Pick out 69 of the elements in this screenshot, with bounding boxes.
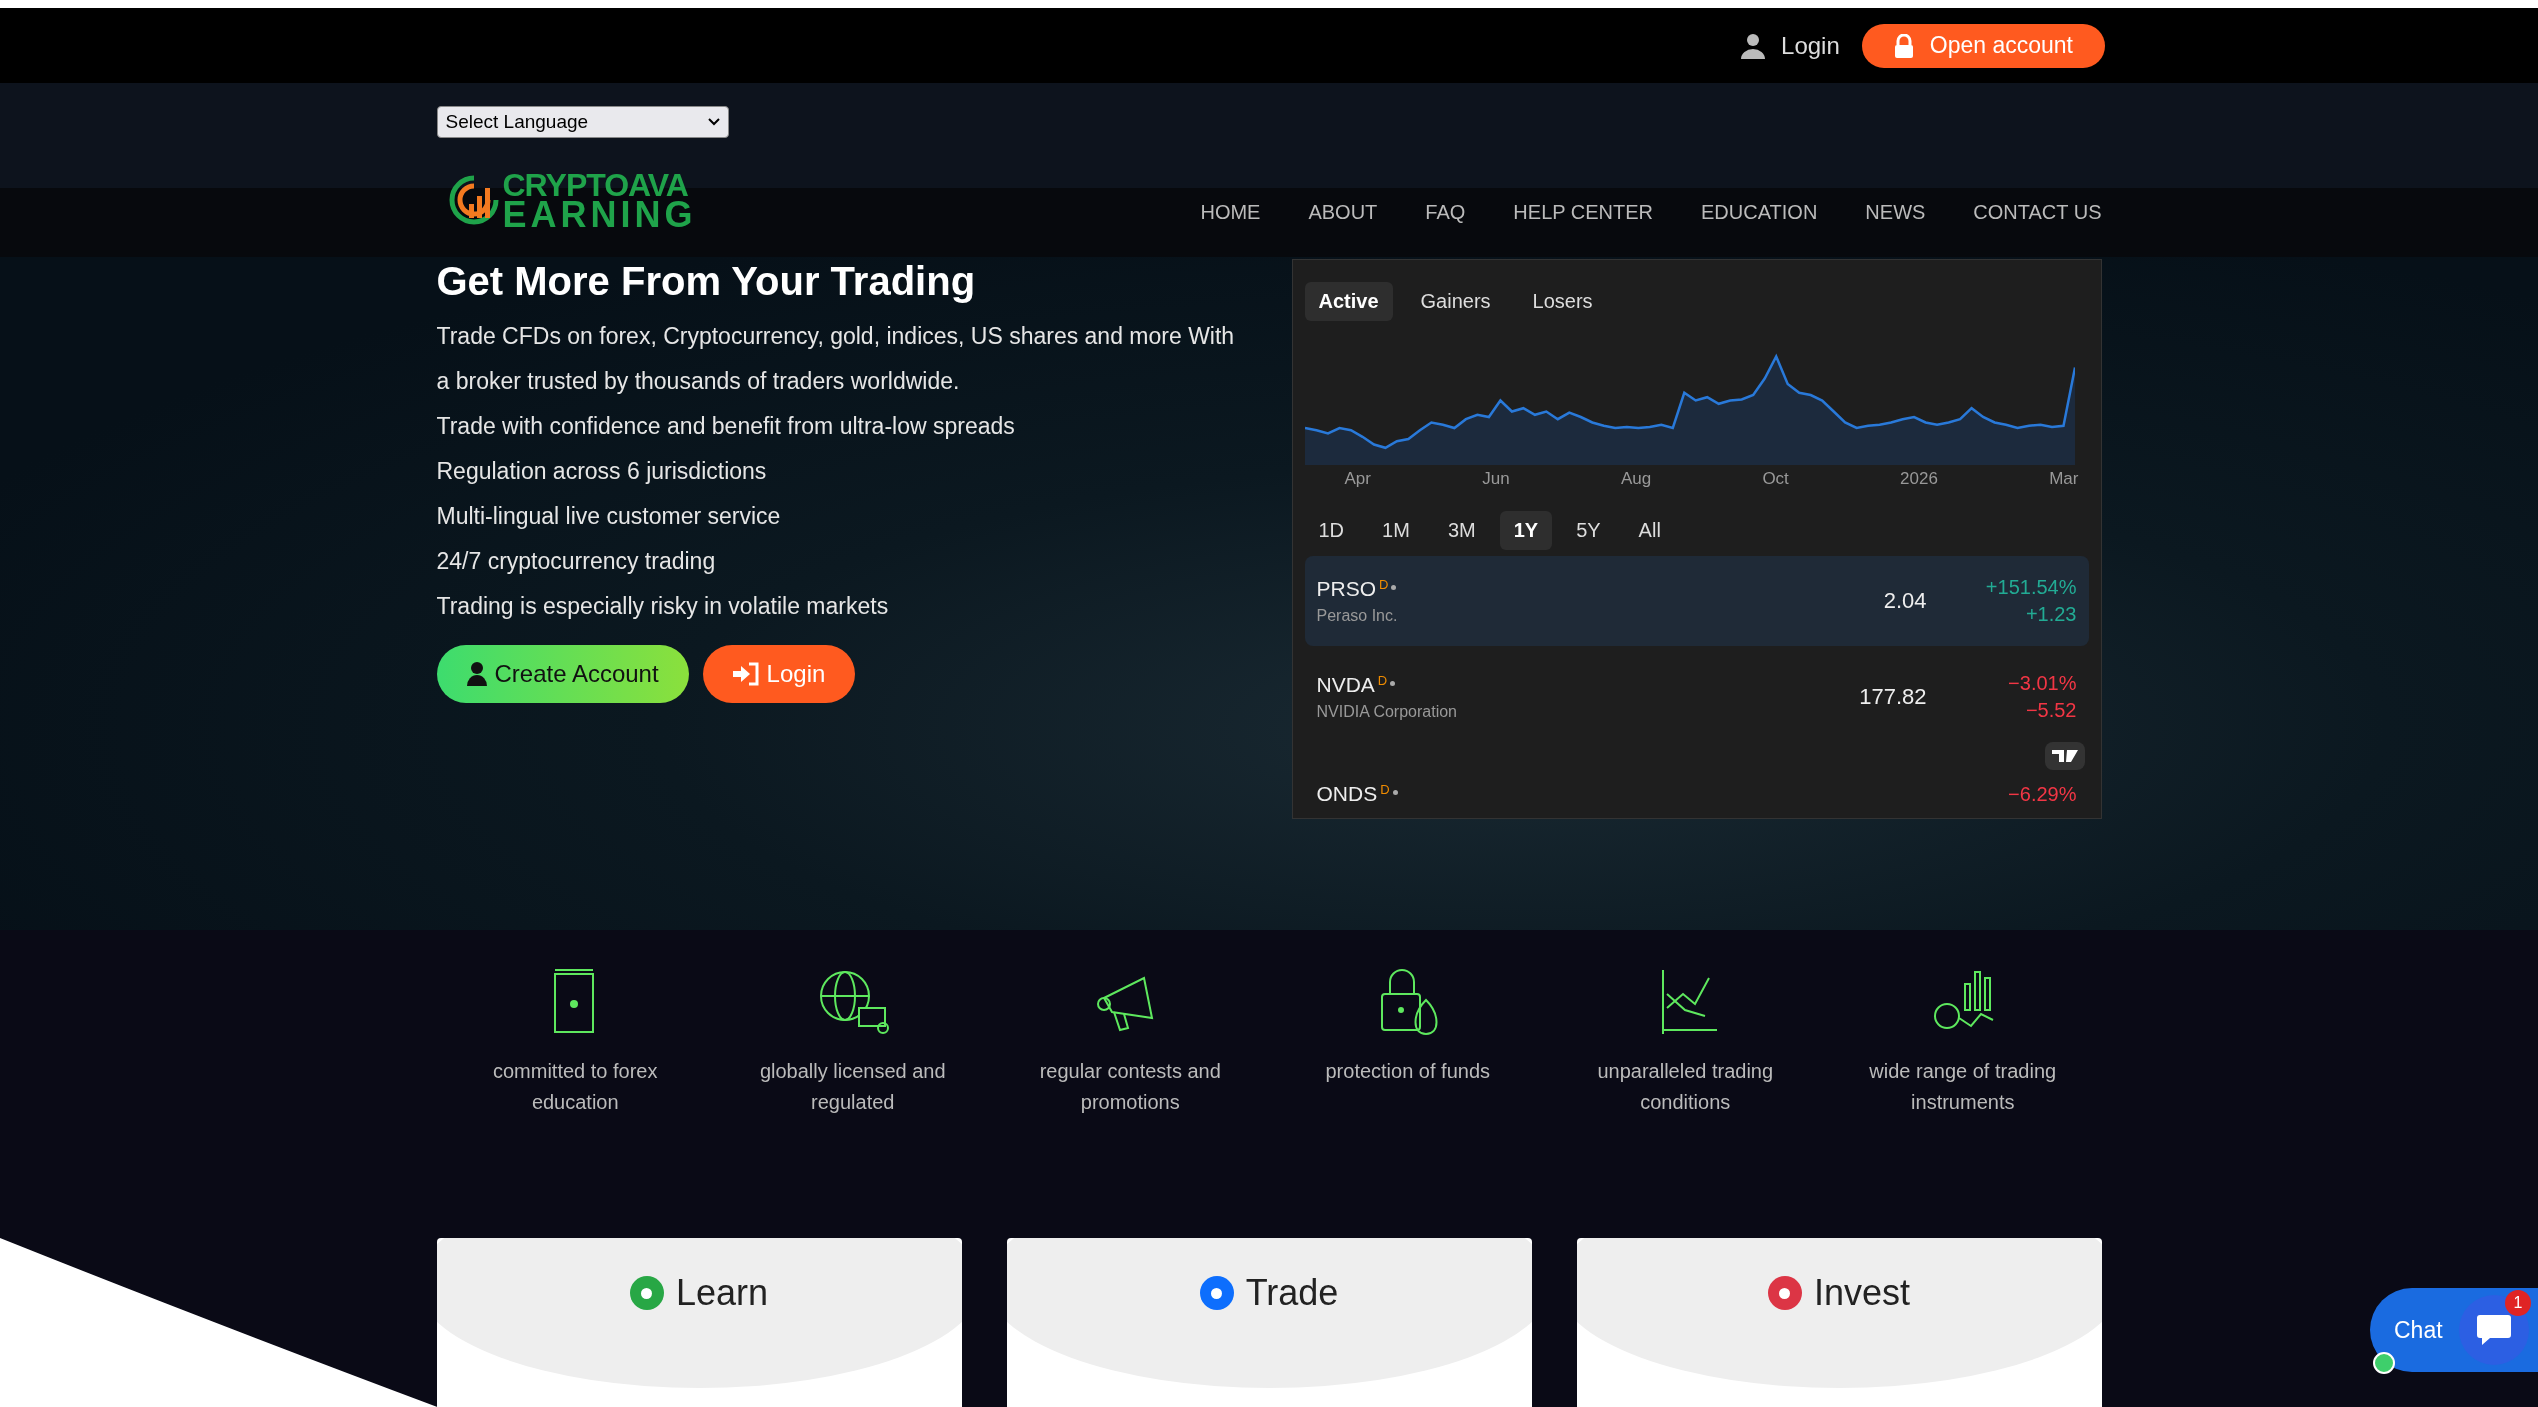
change-value: +1.23 — [2025, 603, 2077, 626]
card-title: Invest — [1813, 1272, 1910, 1314]
status-dot — [1391, 585, 1397, 590]
stock-price: 177.82 — [1858, 684, 1927, 710]
logo-text: CRYPTOAVA — [502, 170, 688, 200]
tab[interactable]: Losers — [1518, 282, 1607, 321]
change-percent: −6.29% — [2008, 782, 2077, 806]
hero-text: Regulation across 6 jurisdictions — [436, 457, 768, 486]
nav-link[interactable]: HELP CENTER — [1513, 200, 1654, 224]
change-percent: +151.54% — [1985, 576, 2077, 599]
axis-label: Mar — [2049, 469, 2079, 489]
hero-text: Multi-lingual live customer service — [436, 502, 782, 531]
status-dot — [1392, 790, 1398, 795]
ticker-symbol: ONDS — [1316, 782, 1378, 806]
nav-link[interactable]: EDUCATION — [1701, 200, 1818, 224]
range-tab[interactable]: 3M — [1433, 511, 1490, 550]
hero-title: Get More From Your Trading — [436, 259, 977, 304]
nav-link[interactable]: NEWS — [1865, 200, 1926, 224]
nav-link[interactable]: ABOUT — [1308, 200, 1378, 224]
nav-link[interactable]: HOME — [1200, 200, 1261, 224]
ticker-symbol: NVDA — [1316, 673, 1375, 697]
create-account-button[interactable]: Create Account — [436, 645, 689, 703]
language-select[interactable]: Select Language — [436, 105, 729, 138]
chat-bubble-icon — [2475, 1313, 2512, 1347]
axis-label: Aug — [1620, 469, 1652, 489]
tab[interactable]: Gainers — [1406, 282, 1505, 321]
card-title: Learn — [675, 1272, 769, 1314]
change-value: −5.52 — [2025, 699, 2077, 722]
ticker-symbol: PRSO — [1316, 577, 1376, 601]
flag-label: D — [1380, 782, 1390, 797]
feature-label: committed to forex education — [492, 1059, 659, 1115]
login-link[interactable]: Login — [1741, 31, 1840, 60]
status-dot — [1390, 681, 1396, 686]
sign-in-icon — [732, 662, 759, 686]
flag-label: D — [1379, 577, 1389, 592]
feature-label: protection of funds — [1325, 1059, 1491, 1084]
lock-icon — [1893, 33, 1914, 58]
nav-link[interactable]: CONTACT US — [1973, 200, 2102, 224]
card-title: Trade — [1245, 1272, 1339, 1314]
logo-icon — [2044, 742, 2085, 770]
tab[interactable]: Active — [1304, 282, 1393, 321]
user-icon — [466, 662, 487, 686]
logo-text: EARNING — [502, 200, 697, 230]
axis-label: Oct — [1762, 469, 1789, 489]
axis-label: Jun — [1482, 469, 1510, 489]
feature-label: globally licensed and regulated — [758, 1059, 947, 1115]
hero-text: Trade CFDs on forex, Cryptocurrency, gold, indices, US shares and more With a broker trusted by thousands of traders worldwide. — [436, 322, 1236, 396]
range-tab[interactable]: 1Y — [1499, 511, 1553, 550]
range-tab[interactable]: 5Y — [1562, 511, 1615, 550]
change-percent: −3.01% — [2008, 672, 2077, 695]
stock-price: 2.04 — [1882, 588, 1927, 614]
range-tab[interactable]: 1M — [1368, 511, 1424, 550]
feature-label: wide range of trading instruments — [1868, 1059, 2058, 1115]
hero-text: Trading is especially risky in volatile markets — [436, 592, 890, 621]
range-tab[interactable]: 1D — [1304, 511, 1359, 550]
feature-label: unparalleled trading conditions — [1596, 1059, 1775, 1115]
axis-label: 2026 — [1900, 469, 1938, 489]
feature-label: regular contests and promotions — [1038, 1059, 1222, 1115]
company-name: Peraso Inc. — [1316, 607, 1399, 625]
user-icon — [1741, 32, 1766, 59]
hero-text: Trade with confidence and benefit from ultra-low spreads — [436, 412, 1016, 441]
chevron-down-icon — [707, 117, 720, 126]
company-name: NVIDIA Corporation — [1316, 703, 1458, 721]
nav-link[interactable]: FAQ — [1425, 200, 1466, 224]
flag-label: D — [1377, 673, 1388, 688]
range-tab[interactable]: All — [1624, 511, 1675, 550]
online-indicator — [2373, 1352, 2395, 1374]
hero-text: 24/7 cryptocurrency trading — [436, 547, 717, 576]
axis-label: Apr — [1344, 469, 1371, 489]
